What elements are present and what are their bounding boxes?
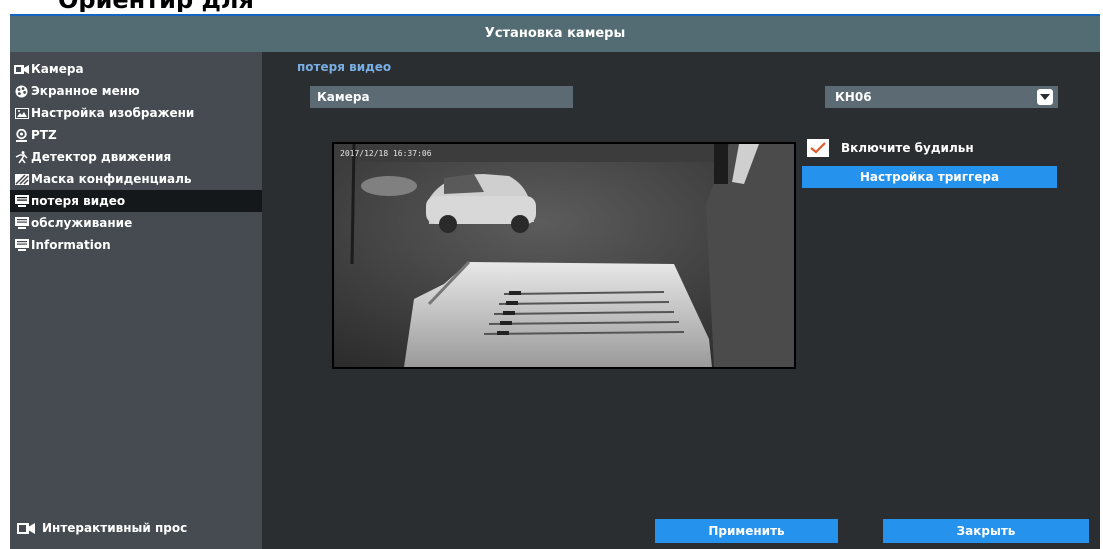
apply-button[interactable]: Применить xyxy=(655,519,838,543)
sidebar-item-motion-detection[interactable]: Детектор движения xyxy=(10,146,262,168)
sidebar-item-privacy-mask[interactable]: Маска конфиденциаль xyxy=(10,168,262,190)
monitor-icon xyxy=(14,239,29,251)
sidebar-item-osd[interactable]: Экранное меню xyxy=(10,80,262,102)
mask-icon xyxy=(14,173,29,185)
camera-settings-window: Установка камеры Камера Экранное меню На… xyxy=(10,14,1100,549)
chevron-down-icon[interactable] xyxy=(1037,89,1053,105)
preview-timestamp: 2017/12/18 16:37:06 xyxy=(340,149,432,158)
interactive-preview-link[interactable]: Интерактивный прос xyxy=(16,521,187,535)
sidebar-item-information[interactable]: Information xyxy=(10,234,262,256)
trigger-settings-button[interactable]: Настройка триггера xyxy=(802,166,1057,188)
monitor-icon xyxy=(14,217,29,229)
camera-scene: 2017/12/18 16:37:06 xyxy=(334,144,794,367)
sidebar-item-ptz[interactable]: PTZ xyxy=(10,124,262,146)
palette-icon xyxy=(14,85,29,97)
section-title: потеря видео xyxy=(297,60,392,74)
channel-select[interactable]: КН06 xyxy=(825,86,1058,108)
motion-icon xyxy=(14,150,29,163)
sidebar-item-label: Настройка изображени xyxy=(31,106,195,120)
alarm-enable-label: Включите будильн xyxy=(841,141,974,155)
page-heading-text: Ориентир для xyxy=(58,0,254,12)
interactive-preview-label: Интерактивный прос xyxy=(42,521,188,535)
page-heading-fragment: Ориентир для xyxy=(0,0,1103,12)
sidebar-item-camera[interactable]: Камера xyxy=(10,58,262,80)
sidebar-item-label: Камера xyxy=(31,62,84,76)
camera-preview: 2017/12/18 16:37:06 xyxy=(332,142,796,369)
sidebar-item-maintenance[interactable]: обслуживание xyxy=(10,212,262,234)
sidebar-item-label: обслуживание xyxy=(31,216,133,230)
sidebar-item-image-settings[interactable]: Настройка изображени xyxy=(10,102,262,124)
ptz-icon xyxy=(14,128,29,142)
alarm-enable-checkbox[interactable] xyxy=(807,139,829,157)
channel-select-value: КН06 xyxy=(835,90,872,104)
checkmark-icon xyxy=(810,142,826,154)
sidebar: Камера Экранное меню Настройка изображен… xyxy=(10,52,262,549)
close-button[interactable]: Закрыть xyxy=(883,519,1089,543)
sidebar-item-label: потеря видео xyxy=(31,194,126,208)
sidebar-item-label: PTZ xyxy=(31,128,57,142)
image-icon xyxy=(14,107,29,119)
monitor-icon xyxy=(14,195,29,207)
sidebar-item-label: Маска конфиденциаль xyxy=(31,172,192,186)
alarm-enable-row[interactable]: Включите будильн xyxy=(807,139,974,157)
sidebar-item-label: Детектор движения xyxy=(31,150,172,164)
sidebar-item-label: Экранное меню xyxy=(31,84,140,98)
sidebar-item-video-loss[interactable]: потеря видео xyxy=(10,190,262,212)
camera-icon xyxy=(14,63,29,75)
camera-field: Камера xyxy=(310,86,573,108)
camera-icon xyxy=(16,522,36,534)
window-title: Установка камеры xyxy=(10,16,1100,52)
sidebar-item-label: Information xyxy=(31,238,111,252)
